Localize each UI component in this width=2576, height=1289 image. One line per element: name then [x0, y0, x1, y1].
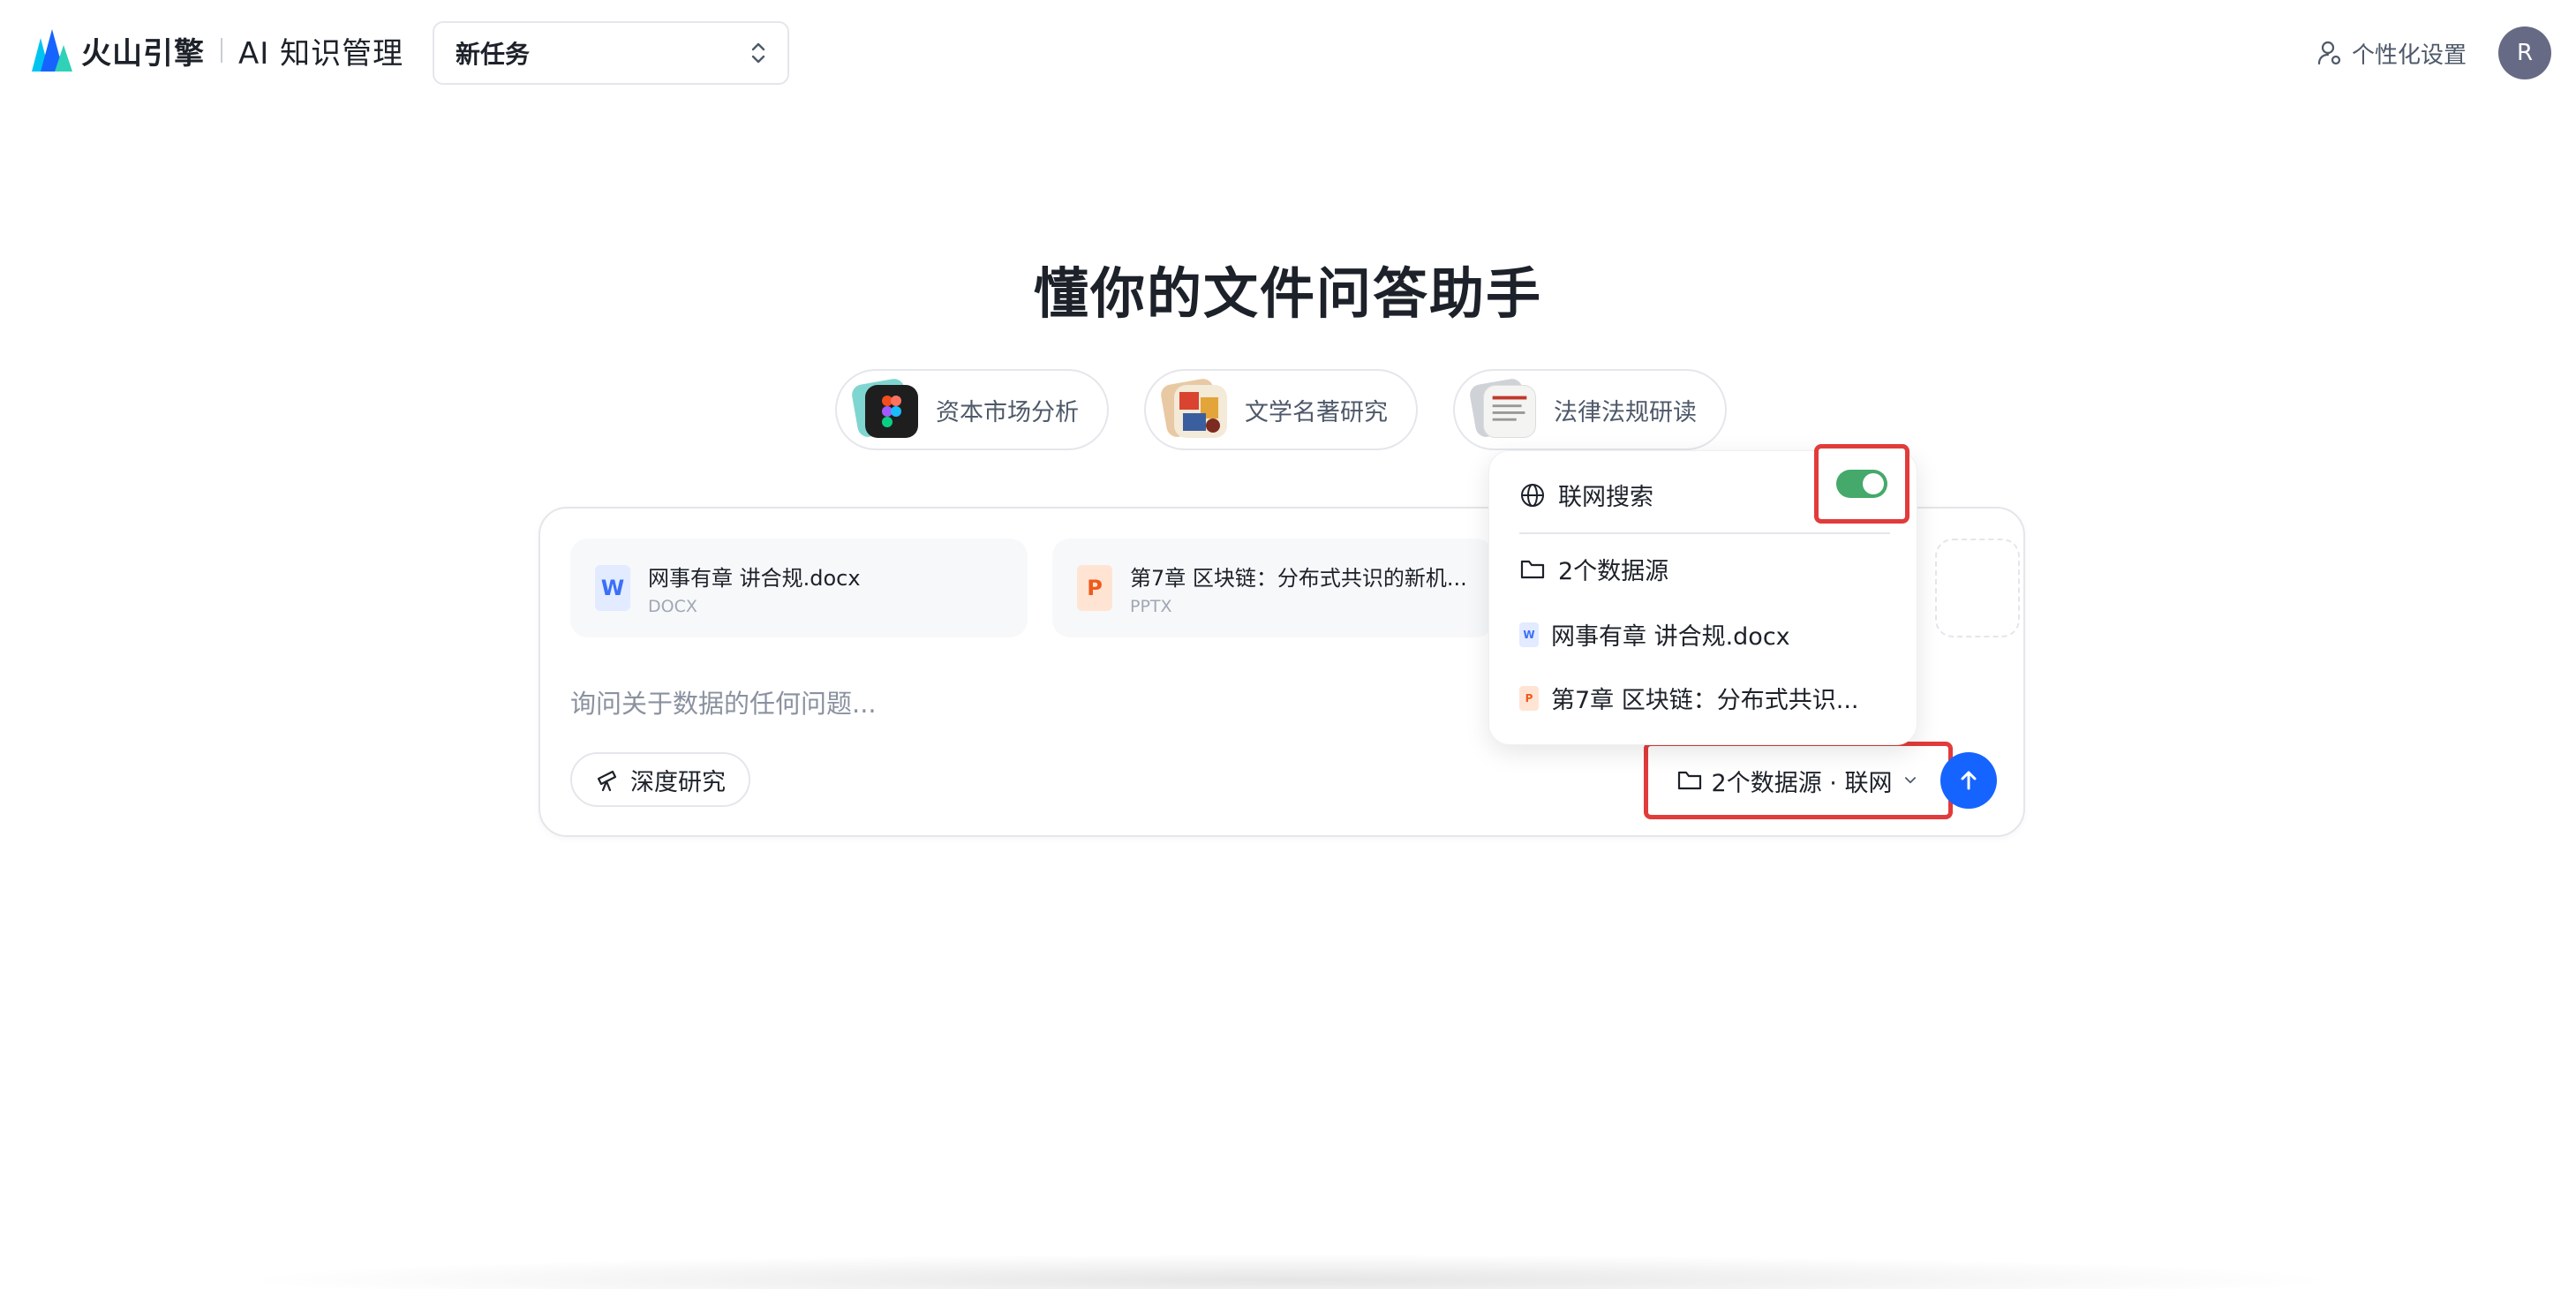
send-button[interactable]: [1940, 752, 1997, 809]
web-search-toggle-highlight: [1814, 444, 1909, 524]
document-thumbnail-icon: [1468, 377, 1536, 441]
powerpoint-file-icon: P: [1077, 565, 1112, 611]
artwork-thumbnail-icon: [1159, 377, 1227, 441]
arrow-up-icon: [1961, 771, 1977, 790]
deep-research-button[interactable]: 深度研究: [570, 752, 750, 807]
web-search-row[interactable]: 联网搜索: [1519, 478, 1653, 512]
chip-label: 文学名著研究: [1245, 398, 1388, 426]
personalize-label: 个性化设置: [2352, 41, 2467, 69]
source-item-name: 第7章 区块链：分布式共识...: [1551, 687, 1859, 714]
volcano-logo-icon: [32, 29, 72, 72]
question-input[interactable]: [570, 682, 1453, 726]
popover-divider: [1519, 532, 1890, 534]
figma-thumbnail-icon: [850, 377, 918, 441]
personalize-button[interactable]: 个性化设置: [2316, 34, 2467, 72]
file-name: 网事有章 讲合规.docx: [648, 565, 861, 591]
avatar[interactable]: R: [2498, 26, 2551, 79]
file-type: PPTX: [1130, 596, 1172, 616]
brand-name: 火山引擎: [81, 35, 205, 72]
source-item-name: 网事有章 讲合规.docx: [1551, 623, 1790, 651]
user-settings-icon: [2317, 41, 2341, 65]
chevron-updown-icon: [751, 42, 765, 64]
logo-divider: [221, 38, 222, 63]
folder-icon: [1520, 560, 1545, 578]
web-search-label: 联网搜索: [1558, 484, 1653, 511]
chip-capital-market[interactable]: 资本市场分析: [835, 369, 1109, 450]
task-select-value: 新任务: [456, 40, 531, 69]
bottom-shadow: [230, 1254, 2348, 1289]
web-search-toggle[interactable]: [1836, 470, 1887, 498]
word-file-icon: W: [1519, 622, 1539, 647]
chevron-down-icon: [1905, 777, 1917, 784]
chip-law[interactable]: 法律法规研读: [1453, 369, 1727, 450]
page-title: 懂你的文件问答助手: [1033, 261, 1542, 326]
source-item-docx[interactable]: W 网事有章 讲合规.docx: [1519, 617, 1790, 652]
task-select[interactable]: 新任务: [433, 21, 789, 85]
source-item-pptx[interactable]: P 第7章 区块链：分布式共识...: [1519, 681, 1859, 715]
suggestion-chips: 资本市场分析 文学名著研究 法律法规研读: [835, 369, 1727, 450]
add-file-slot[interactable]: [1935, 539, 2020, 637]
attached-file-pptx[interactable]: P 第7章 区块链：分布式共识的新机... PPTX: [1052, 539, 1494, 637]
attached-file-docx[interactable]: W 网事有章 讲合规.docx DOCX: [570, 539, 1028, 637]
folder-icon: [1677, 771, 1701, 790]
data-source-selector[interactable]: 2个数据源 · 联网: [1644, 742, 1953, 819]
chip-literature[interactable]: 文学名著研究: [1144, 369, 1418, 450]
data-source-popover: 联网搜索 2个数据源 W 网事有章 讲合规.docx P 第7章 区块链：分布式…: [1488, 444, 1917, 745]
data-sources-count: 2个数据源: [1558, 558, 1669, 585]
chip-label: 资本市场分析: [936, 398, 1079, 426]
deep-research-label: 深度研究: [630, 768, 726, 796]
word-file-icon: W: [595, 565, 630, 611]
data-source-label: 2个数据源 · 联网: [1711, 769, 1893, 797]
chip-label: 法律法规研读: [1554, 398, 1697, 426]
file-name: 第7章 区块链：分布式共识的新机...: [1130, 565, 1467, 591]
powerpoint-file-icon: P: [1519, 685, 1539, 711]
data-sources-header: 2个数据源: [1519, 552, 1668, 586]
globe-icon: [1521, 483, 1544, 507]
file-type: DOCX: [648, 596, 697, 616]
brand-logo[interactable]: 火山引擎 AI 知识管理: [32, 28, 403, 72]
page: 火山引擎 AI 知识管理 新任务 个性化设置 R 懂你的文件问答助手 资本市场分…: [0, 0, 2576, 1289]
product-name: AI 知识管理: [238, 35, 404, 72]
telescope-icon: [597, 770, 617, 792]
